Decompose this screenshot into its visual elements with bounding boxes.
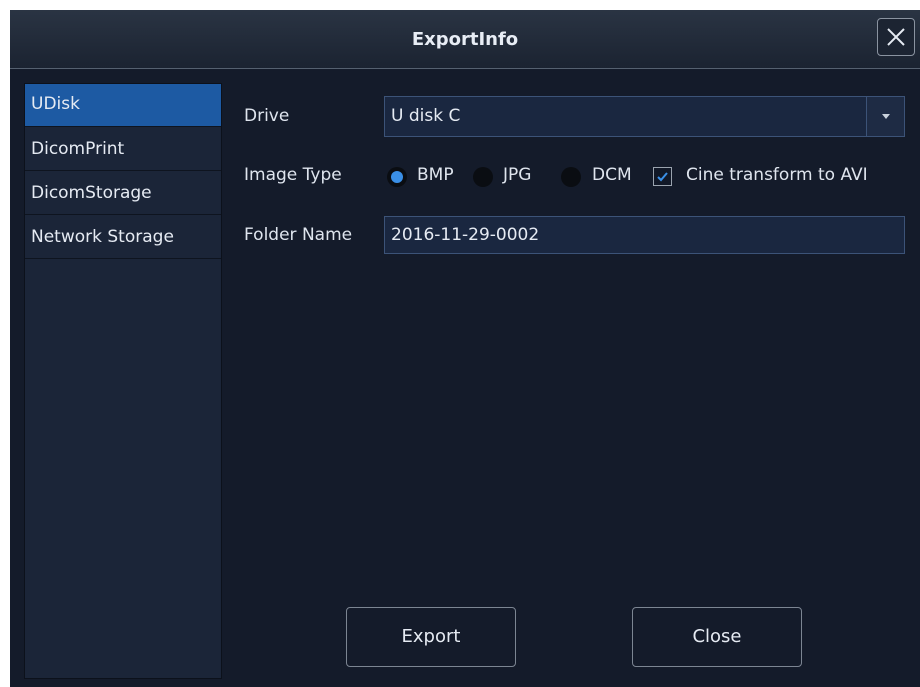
chevron-down-icon (882, 114, 890, 119)
radio-bmp[interactable] (387, 167, 407, 187)
sidebar-item-dicomprint[interactable]: DicomPrint (25, 127, 221, 171)
checkmark-icon (657, 172, 668, 182)
drive-dropdown[interactable]: U disk C (384, 96, 905, 137)
image-type-label: Image Type (244, 165, 342, 185)
drive-label: Drive (244, 106, 290, 126)
export-info-dialog: ExportInfo UDisk DicomPrint DicomStorage… (10, 10, 920, 687)
radio-dcm-label: DCM (592, 165, 632, 185)
close-button[interactable]: Close (632, 607, 802, 667)
title-bar: ExportInfo (10, 10, 920, 69)
close-icon-button[interactable] (877, 18, 915, 56)
sidebar-item-dicomstorage[interactable]: DicomStorage (25, 171, 221, 215)
sidebar-item-udisk[interactable]: UDisk (25, 84, 221, 127)
folder-name-input[interactable] (384, 216, 905, 254)
drive-dropdown-value: U disk C (391, 106, 461, 126)
dropdown-arrow-button[interactable] (866, 97, 904, 136)
cine-avi-checkbox[interactable] (653, 167, 672, 186)
radio-jpg-label: JPG (503, 165, 532, 185)
export-button[interactable]: Export (346, 607, 516, 667)
folder-name-label: Folder Name (244, 225, 353, 245)
cine-avi-label: Cine transform to AVI (686, 165, 868, 185)
dialog-title: ExportInfo (411, 29, 519, 50)
radio-bmp-label: BMP (417, 165, 454, 185)
close-icon (887, 28, 905, 46)
sidebar: UDisk DicomPrint DicomStorage Network St… (24, 83, 222, 679)
radio-dcm[interactable] (561, 167, 581, 187)
sidebar-item-network-storage[interactable]: Network Storage (25, 215, 221, 259)
radio-jpg[interactable] (473, 167, 493, 187)
